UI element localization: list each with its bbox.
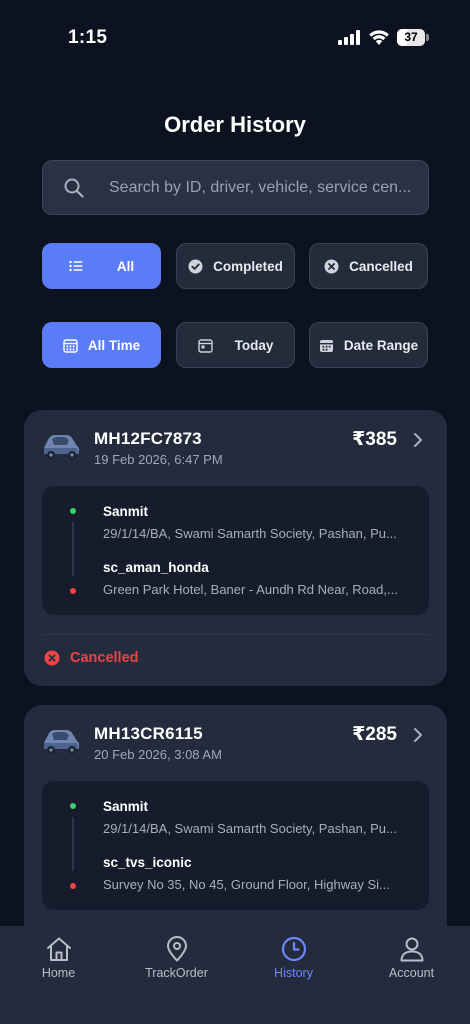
order-datetime: 19 Feb 2026, 6:47 PM: [94, 452, 223, 467]
order-history-screen: 1:15 37 Order History Search by ID, driv…: [0, 0, 470, 1024]
pickup-name: Sanmit: [103, 799, 149, 814]
route-line: [72, 817, 74, 871]
order-status-text: Cancelled: [70, 650, 139, 666]
order-datetime: 20 Feb 2026, 3:08 AM: [94, 747, 222, 762]
search-bar[interactable]: [42, 160, 429, 215]
vehicle-number: MH13CR6115: [94, 724, 203, 743]
clock-icon: [281, 936, 306, 962]
wifi-icon: [369, 30, 389, 45]
car-icon: [44, 730, 79, 754]
filter-date-range-label: Date Range: [343, 337, 419, 353]
status-bar: 1:15 37: [0, 0, 470, 70]
location-pin-icon: [166, 936, 187, 962]
nav-home-label: Home: [41, 966, 76, 980]
page-title: Order History: [164, 112, 306, 137]
drop-address: Survey No 35, No 45, Ground Floor, Highw…: [103, 877, 390, 892]
nav-track-order-label: TrackOrder: [145, 966, 208, 980]
pickup-dot: [70, 508, 76, 514]
cancelled-icon: [44, 650, 60, 666]
home-icon: [46, 937, 71, 961]
car-icon: [44, 435, 79, 459]
drop-name: sc_aman_honda: [103, 560, 209, 575]
calendar-grid-icon: [63, 338, 78, 353]
drop-address: Green Park Hotel, Baner - Aundh Rd Near,…: [103, 582, 398, 597]
order-card[interactable]: MH12FC7873 19 Feb 2026, 6:47 PM ₹385 San…: [24, 410, 447, 686]
drop-dot: [70, 588, 76, 594]
list-icon: [69, 260, 83, 272]
pickup-address: 29/1/14/BA, Swami Samarth Society, Pasha…: [103, 821, 397, 836]
order-amount: ₹285: [352, 724, 397, 745]
order-amount: ₹385: [352, 429, 397, 450]
filter-all-label: All: [116, 258, 135, 274]
filter-all-time-label: All Time: [87, 337, 141, 353]
search-input[interactable]: [109, 161, 414, 214]
filter-today-label: Today: [234, 337, 274, 353]
route-details: Sanmit 29/1/14/BA, Swami Samarth Society…: [42, 486, 429, 615]
pickup-name: Sanmit: [103, 504, 149, 519]
pickup-address: 29/1/14/BA, Swami Samarth Society, Pasha…: [103, 526, 397, 541]
filter-all-button[interactable]: All: [42, 243, 161, 289]
vehicle-number: MH12FC7873: [94, 429, 202, 448]
nav-history[interactable]: History: [235, 926, 352, 996]
card-divider: [42, 634, 429, 635]
chevron-right-icon[interactable]: [411, 431, 425, 449]
calendar-range-icon: [319, 339, 333, 352]
battery-icon: 37: [397, 29, 429, 46]
bottom-nav: Home TrackOrder History Account: [0, 926, 470, 1024]
status-time: 1:15: [68, 27, 108, 48]
check-circle-icon: [188, 259, 203, 273]
drop-name: sc_tvs_iconic: [103, 855, 192, 870]
nav-track-order[interactable]: TrackOrder: [118, 926, 235, 996]
calendar-today-icon: [197, 338, 213, 353]
filter-cancelled-button[interactable]: Cancelled: [309, 243, 428, 289]
nav-home[interactable]: Home: [0, 926, 117, 996]
route-details: Sanmit 29/1/14/BA, Swami Samarth Society…: [42, 781, 429, 910]
nav-history-label: History: [274, 966, 313, 980]
filter-today-button[interactable]: Today: [176, 322, 295, 368]
user-icon: [400, 937, 423, 962]
search-icon: [64, 178, 84, 198]
chevron-right-icon[interactable]: [411, 726, 425, 744]
battery-level: 37: [404, 30, 418, 44]
nav-account-label: Account: [388, 966, 435, 980]
drop-dot: [70, 883, 76, 889]
filter-date-range-button[interactable]: Date Range: [309, 322, 428, 368]
nav-account[interactable]: Account: [353, 926, 470, 996]
x-circle-icon: [324, 259, 339, 273]
cellular-signal-icon: [338, 30, 360, 45]
filter-completed-button[interactable]: Completed: [176, 243, 295, 289]
pickup-dot: [70, 803, 76, 809]
filter-cancelled-label: Cancelled: [349, 258, 413, 274]
filter-completed-label: Completed: [213, 258, 283, 274]
route-line: [72, 522, 74, 576]
order-status: Cancelled: [44, 650, 139, 666]
filter-all-time-button[interactable]: All Time: [42, 322, 161, 368]
order-card[interactable]: MH13CR6115 20 Feb 2026, 3:08 AM ₹285 San…: [24, 705, 447, 945]
